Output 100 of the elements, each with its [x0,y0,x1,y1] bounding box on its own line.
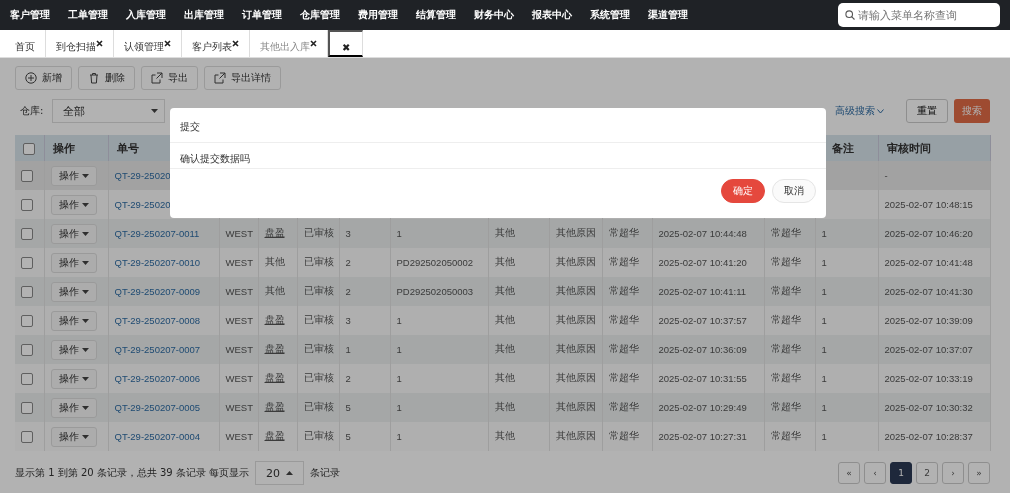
type-link[interactable]: 盘盈 [264,430,285,441]
table-cell-text: 2 [345,373,351,384]
action-dropdown-button[interactable]: 操作 [50,426,97,447]
reset-button[interactable]: 重置 [906,99,948,123]
nav-menu-item[interactable]: 工单管理 [68,8,126,22]
table-cell-text: 其他原因 [555,285,596,296]
table-cell-text: 常超华 [770,256,801,267]
order-number-link[interactable]: QT-29-250207-0008 [114,315,201,326]
table-cell-text: 其他 [494,227,515,238]
table-cell-text: 1 [396,431,402,442]
nav-menu-item[interactable]: 系统管理 [590,8,648,22]
column-header: 操作 [44,135,108,161]
row-checkbox[interactable] [21,227,33,240]
nav-menu-item[interactable]: 报表中心 [532,8,590,22]
row-checkbox[interactable] [21,169,33,182]
order-number-link[interactable]: QT-29-25020 [114,170,171,181]
row-checkbox[interactable] [21,285,33,298]
caret-up-icon [286,471,294,475]
order-number-link[interactable]: QT-29-250207-0004 [114,431,201,442]
row-checkbox[interactable] [21,430,33,443]
menu-search-field[interactable]: 请输入菜单名称查询 [838,3,1000,27]
table-cell-text: 已审核 [303,285,334,296]
pagination-button[interactable]: ‹ [864,462,886,484]
table-cell-text: 其他 [494,314,515,325]
table-cell-text: 5 [345,402,351,413]
chevron-down-icon [877,108,884,114]
caret-icon [81,376,89,381]
toolbar-button[interactable]: 删除 [78,66,135,90]
page-size-select[interactable]: 20 [255,461,305,485]
table-cell-text: 1 [396,228,402,239]
pagination-button[interactable]: « [838,462,860,484]
pagination-button[interactable]: › [942,462,964,484]
nav-menu-item[interactable]: 结算管理 [416,8,474,22]
action-dropdown-button[interactable]: 操作 [50,397,97,418]
table-cell-text: 其他 [494,343,515,354]
table-cell-text: 1 [821,315,827,326]
advanced-search-link[interactable]: 高级搜索 [829,104,884,118]
table-cell-text: 其他 [494,401,515,412]
caret-icon [81,173,89,178]
pagination-button[interactable]: 2 [916,462,938,484]
toolbar-button[interactable]: 新增 [15,66,72,90]
table-cell-text: 常超华 [770,227,801,238]
action-dropdown-button[interactable]: 操作 [50,339,97,360]
table-cell-text: 2025-02-07 10:41:11 [658,286,746,297]
action-dropdown-button[interactable]: 操作 [50,368,97,389]
nav-menu-item[interactable]: 入库管理 [126,8,184,22]
nav-menu-item[interactable]: 仓库管理 [300,8,358,22]
type-link[interactable]: 盘盈 [264,314,285,325]
row-checkbox[interactable] [21,401,33,414]
action-dropdown-button[interactable]: 操作 [50,223,97,244]
row-checkbox[interactable] [21,314,33,327]
row-checkbox[interactable] [21,372,33,385]
action-dropdown-button[interactable]: 操作 [50,252,97,273]
select-value: 全部 [63,103,85,119]
table-cell-text: WEST [225,344,253,355]
cancel-button[interactable]: 取消 [772,179,816,203]
table-cell-text: 1 [396,315,402,326]
nav-menu-item[interactable]: 财务中心 [474,8,532,22]
table-cell-text: 已审核 [303,372,334,383]
table-cell-text: 1 [396,402,402,413]
table-cell-text: 1 [821,373,827,384]
pagination-button[interactable]: » [968,462,990,484]
table-cell-text: 已审核 [303,430,334,441]
table-cell-text: 2025-02-07 10:31:55 [658,373,747,384]
order-number-link[interactable]: QT-29-250207-0006 [114,373,201,384]
action-dropdown-button[interactable]: 操作 [50,165,97,186]
nav-menu-item[interactable]: 客户管理 [10,8,68,22]
table-cell-text: PD292502050002 [396,257,474,268]
pagination-button[interactable]: 1 [890,462,912,484]
action-dropdown-button[interactable]: 操作 [50,281,97,302]
table-cell-text: 常超华 [770,401,801,412]
table-cell-text: 1 [396,344,402,355]
nav-menu-item[interactable]: 出库管理 [184,8,242,22]
select-all-checkbox[interactable] [23,142,35,155]
table-cell-text: 常超华 [608,314,639,325]
table-cell-text: 2025-02-07 10:27:31 [658,431,747,442]
table-cell-text: 已审核 [303,256,334,267]
nav-menu-item[interactable]: 订单管理 [242,8,300,22]
order-number-link[interactable]: QT-29-250207-0010 [114,257,201,268]
table-cell-text: 2025-02-07 10:39:09 [884,315,973,326]
action-dropdown-button[interactable]: 操作 [50,194,97,215]
close-all-tabs-button[interactable]: ✖ [328,30,363,57]
dialog-message: 确认提交数据吗 [170,143,826,169]
table-cell-text: 1 [821,257,827,268]
table-cell-text: 其他 [494,372,515,383]
confirm-button[interactable]: 确定 [721,179,765,203]
row-checkbox[interactable] [21,198,33,211]
warehouse-select[interactable]: 全部 [52,99,165,123]
export-icon [214,72,226,84]
table-cell-text: 其他原因 [555,227,596,238]
order-number-link[interactable]: QT-29-25020 [114,199,171,210]
action-dropdown-button[interactable]: 操作 [50,310,97,331]
row-checkbox[interactable] [21,343,33,356]
toolbar-button[interactable]: 导出 [141,66,198,90]
nav-menu-item[interactable]: 渠道管理 [648,8,706,22]
type-link[interactable]: 盘盈 [264,372,285,383]
row-checkbox[interactable] [21,256,33,269]
table-cell-text: PD292502050003 [396,286,474,297]
nav-menu-item[interactable]: 费用管理 [358,8,416,22]
toolbar-button[interactable]: 导出详情 [204,66,281,90]
